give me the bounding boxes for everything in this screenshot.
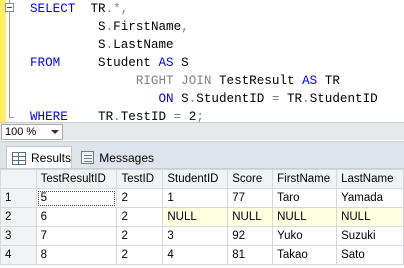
tab-results[interactable]: Results: [6, 146, 72, 169]
zoom-value: 100 %: [5, 126, 37, 138]
table-cell[interactable]: Taro: [272, 188, 338, 208]
code-line[interactable]: FROM Student AS S: [22, 54, 378, 72]
row-number[interactable]: 1: [0, 188, 37, 208]
null-cell[interactable]: NULL: [162, 207, 229, 227]
table-cell[interactable]: 77: [227, 188, 274, 208]
table-cell[interactable]: Takao: [272, 245, 338, 265]
table-cell[interactable]: 2: [116, 245, 164, 265]
table-cell[interactable]: 2: [116, 207, 164, 227]
sql-code[interactable]: SELECT TR.*, S.FirstName, S.LastName FROM…: [22, 0, 378, 126]
chevron-down-icon[interactable]: [48, 126, 61, 138]
table-cell[interactable]: 2: [116, 226, 164, 246]
result-tabs: Results Messages: [0, 141, 404, 169]
messages-icon: [81, 151, 95, 164]
table-cell[interactable]: 2: [116, 188, 164, 208]
sql-keyword: SELECT: [30, 2, 76, 16]
column-header[interactable]: Score: [227, 169, 274, 189]
table-row[interactable]: 4 8 2 4 81 Takao Sato: [0, 245, 404, 265]
sql-identifier: Student: [98, 56, 159, 70]
column-header[interactable]: StudentID: [162, 169, 229, 189]
row-number[interactable]: 2: [0, 207, 37, 227]
grid-icon: [12, 151, 26, 165]
null-cell[interactable]: NULL: [272, 207, 338, 227]
table-cell[interactable]: Sato: [336, 245, 404, 265]
code-line[interactable]: ON S.StudentID = TR.StudentID: [22, 90, 378, 108]
null-cell[interactable]: NULL: [336, 207, 404, 227]
code-line[interactable]: S.FirstName,: [22, 18, 378, 36]
outline-rail: [9, 0, 10, 118]
sql-operator: ,: [181, 20, 189, 34]
sql-keyword: AS: [158, 56, 174, 70]
change-tracking-bar: [0, 0, 6, 122]
sql-identifier: S: [98, 20, 106, 34]
outline-end: [9, 117, 14, 118]
table-cell[interactable]: 5: [35, 188, 118, 208]
table-cell[interactable]: Yamada: [336, 188, 404, 208]
header-row: TestResultID TestID StudentID Score Firs…: [0, 169, 404, 189]
sql-identifier: TR: [317, 74, 340, 88]
table-cell[interactable]: 92: [227, 226, 274, 246]
sql-identifier: LastName: [113, 38, 174, 52]
sql-editor[interactable]: SELECT TR.*, S.FirstName, S.LastName FROM…: [0, 0, 404, 124]
editor-status-strip: 100 %: [0, 122, 404, 140]
sql-keyword: AS: [302, 74, 318, 88]
null-cell[interactable]: NULL: [227, 207, 274, 227]
sql-operator: .*,: [105, 2, 129, 16]
row-number[interactable]: 4: [0, 245, 37, 265]
table-cell[interactable]: 8: [35, 245, 118, 265]
table-row[interactable]: 1 5 2 1 77 Taro Yamada: [0, 188, 404, 208]
sql-identifier: S: [173, 56, 189, 70]
sql-operator: RIGHT JOIN: [135, 74, 212, 88]
tab-results-label: Results: [30, 151, 71, 165]
table-cell[interactable]: 81: [227, 245, 274, 265]
corner-cell[interactable]: [0, 169, 37, 189]
sql-identifier: S: [98, 38, 106, 52]
zoom-dropdown[interactable]: 100 %: [1, 124, 63, 140]
row-number[interactable]: 3: [0, 226, 37, 246]
table-cell[interactable]: Yuko: [272, 226, 338, 246]
table-cell[interactable]: 7: [35, 226, 118, 246]
sql-identifier: FirstName: [113, 20, 182, 34]
code-line[interactable]: SELECT TR.*,: [22, 0, 378, 18]
sql-keyword: ON: [158, 92, 174, 106]
sql-identifier: TR: [90, 2, 106, 16]
sql-identifier: StudentID: [196, 92, 272, 106]
sql-identifier: StudentID: [309, 92, 378, 106]
sql-identifier: S: [173, 92, 189, 106]
code-line[interactable]: S.LastName: [22, 36, 378, 54]
table-cell[interactable]: 3: [162, 226, 229, 246]
tab-messages[interactable]: Messages: [76, 146, 154, 169]
sql-keyword: FROM: [30, 56, 61, 70]
horizontal-scrollbar[interactable]: [70, 124, 404, 139]
collapse-icon[interactable]: [5, 3, 14, 12]
results-table: TestResultID TestID StudentID Score Firs…: [0, 169, 404, 265]
sql-identifier: TestResult: [211, 74, 303, 88]
column-header[interactable]: LastName: [336, 169, 404, 189]
column-header[interactable]: TestResultID: [35, 169, 118, 189]
table-row[interactable]: 2 6 2 NULL NULL NULL NULL: [0, 207, 404, 227]
table-cell[interactable]: 6: [35, 207, 118, 227]
table-row[interactable]: 3 7 2 3 92 Yuko Suzuki: [0, 226, 404, 246]
table-cell[interactable]: 4: [162, 245, 229, 265]
results-grid[interactable]: TestResultID TestID StudentID Score Firs…: [0, 168, 404, 268]
table-cell[interactable]: 1: [162, 188, 229, 208]
sql-identifier: TR: [279, 92, 303, 106]
code-line[interactable]: RIGHT JOIN TestResult AS TR: [22, 72, 378, 90]
column-header[interactable]: TestID: [116, 169, 164, 189]
tab-messages-label: Messages: [99, 150, 154, 165]
column-header[interactable]: FirstName: [272, 169, 338, 189]
sql-operator: .: [302, 92, 310, 106]
table-cell[interactable]: Suzuki: [336, 226, 404, 246]
